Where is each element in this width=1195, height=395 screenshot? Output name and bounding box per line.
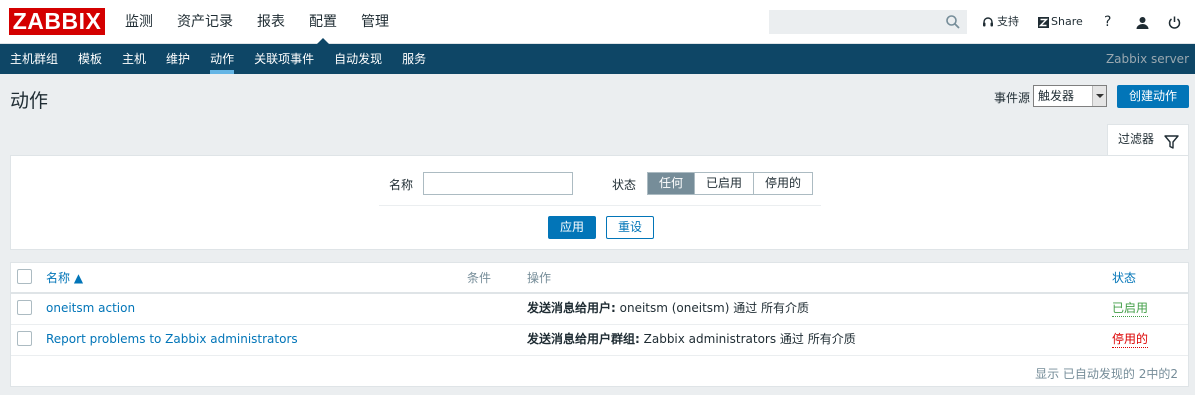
status-option-any[interactable]: 任何 [648, 173, 695, 194]
headset-icon [982, 16, 994, 28]
submenu-host-groups[interactable]: 主机群组 [10, 44, 58, 74]
reset-button[interactable]: 重设 [606, 216, 654, 239]
apply-button[interactable]: 应用 [548, 216, 596, 239]
status-option-disabled[interactable]: 停用的 [753, 173, 813, 194]
share-label: Share [1051, 15, 1083, 28]
status-badge[interactable]: 已启用 [1112, 300, 1149, 317]
action-name-link[interactable]: Report problems to Zabbix administrators [46, 331, 298, 347]
menu-administration[interactable]: 管理 [361, 0, 389, 44]
top-header: ZABBIX 监测 资产记录 报表 配置 管理 支持 Share ? [0, 0, 1195, 45]
submenu-event-correlation[interactable]: 关联项事件 [254, 44, 314, 74]
row-checkbox[interactable] [17, 300, 32, 315]
filter-name-label: 名称 [389, 178, 414, 192]
server-name: Zabbix server [1105, 52, 1189, 66]
operation-text: Zabbix administrators 通过 所有介质 [639, 332, 856, 346]
actions-table: 名称 ▲ 条件 操作 状态 oneitsm action 发送消息给用户: on… [10, 262, 1189, 387]
user-profile-icon[interactable] [1136, 0, 1149, 44]
filter-tab[interactable]: 过滤器 [1107, 124, 1189, 156]
header-divider [11, 292, 1188, 294]
submenu-maintenance[interactable]: 维护 [166, 44, 190, 74]
search-icon[interactable] [945, 14, 961, 30]
submenu-hosts[interactable]: 主机 [122, 44, 146, 74]
share-link[interactable]: Share [1038, 0, 1083, 44]
search-input[interactable] [769, 10, 967, 34]
column-header-conditions: 条件 [467, 271, 492, 285]
filter-status-label: 状态 [612, 178, 637, 192]
event-source-value: 触发器 [1038, 89, 1075, 103]
action-name-link[interactable]: oneitsm action [46, 300, 135, 316]
column-header-operations: 操作 [527, 271, 552, 285]
table-footer-count: 显示 已自动发现的 2中的2 [1035, 367, 1178, 381]
main-menu: 监测 资产记录 报表 配置 管理 [125, 0, 413, 45]
sign-out-icon[interactable] [1168, 0, 1181, 44]
submenu-templates[interactable]: 模板 [78, 44, 102, 74]
page-title: 动作 [10, 90, 49, 112]
filter-panel: 名称 状态 任何 已启用 停用的 应用 重设 [10, 155, 1189, 250]
zabbix-logo[interactable]: ZABBIX [9, 8, 105, 35]
operation-label: 发送消息给用户: [527, 301, 616, 315]
operation-label: 发送消息给用户群组: [527, 332, 640, 346]
support-link[interactable]: 支持 [982, 0, 1019, 44]
row-operation: 发送消息给用户群组: Zabbix administrators 通过 所有介质 [527, 331, 856, 347]
filter-tab-label: 过滤器 [1118, 132, 1155, 146]
create-action-button[interactable]: 创建动作 [1117, 85, 1189, 108]
menu-monitoring[interactable]: 监测 [125, 0, 153, 44]
share-logo-icon [1038, 16, 1049, 28]
submenu-discovery[interactable]: 自动发现 [334, 44, 382, 74]
event-source-label: 事件源 [994, 91, 1031, 105]
menu-configuration[interactable]: 配置 [309, 0, 337, 45]
operation-text: oneitsm (oneitsm) 通过 所有介质 [615, 301, 810, 315]
select-all-checkbox[interactable] [17, 269, 32, 284]
submenu-actions[interactable]: 动作 [210, 44, 235, 74]
row-checkbox[interactable] [17, 331, 32, 346]
support-label: 支持 [997, 15, 1019, 28]
event-source-select[interactable]: 触发器 [1033, 85, 1107, 107]
row-divider [11, 324, 1188, 325]
column-header-name[interactable]: 名称 ▲ [46, 263, 83, 293]
menu-inventory[interactable]: 资产记录 [177, 0, 233, 44]
filter-name-input[interactable] [423, 172, 573, 195]
menu-reports[interactable]: 报表 [257, 0, 285, 44]
row-operation: 发送消息给用户: oneitsm (oneitsm) 通过 所有介质 [527, 300, 809, 316]
filter-divider [379, 205, 821, 206]
column-header-status[interactable]: 状态 [1112, 263, 1136, 293]
chevron-down-icon [1092, 86, 1106, 106]
status-option-enabled[interactable]: 已启用 [694, 173, 754, 194]
help-icon[interactable]: ? [1104, 0, 1111, 44]
submenu-services[interactable]: 服务 [402, 44, 426, 74]
sub-navigation: 主机群组 模板 主机 维护 动作 关联项事件 自动发现 服务 Zabbix se… [0, 44, 1195, 74]
status-badge[interactable]: 停用的 [1112, 331, 1149, 348]
filter-status-toggle: 任何 已启用 停用的 [647, 172, 814, 195]
row-divider [11, 355, 1188, 356]
